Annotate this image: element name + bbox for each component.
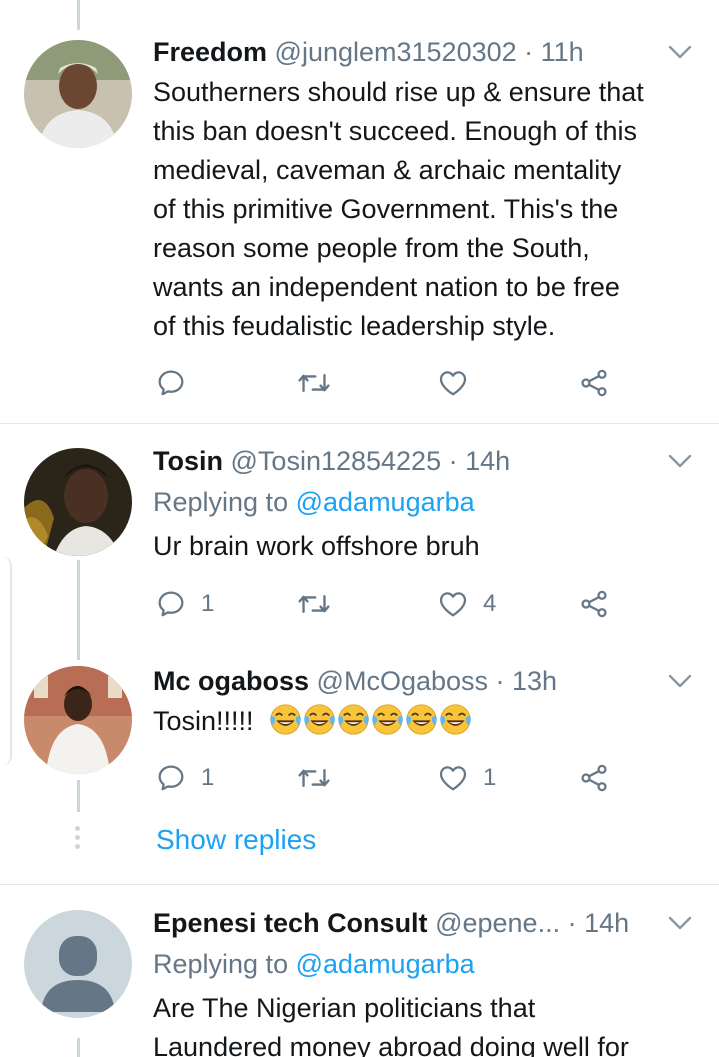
author-name[interactable]: Epenesi tech Consult [153,908,428,938]
tweet-text-line: Southerners should rise up & ensure that [153,77,644,107]
tweet-mc-ogaboss[interactable]: Mc ogaboss @McOgaboss · 13h Tosin!!!!! 1… [0,650,719,810]
like-icon [439,592,467,617]
chevron-down-icon[interactable] [667,443,693,479]
like-count: 4 [483,590,497,617]
replying-to-handle[interactable]: @adamugarba [296,487,475,517]
tweet-text: Are The Nigerian politicians that Launde… [153,989,703,1057]
author-handle[interactable]: @McOgaboss [317,666,488,696]
like-button[interactable] [437,363,469,403]
side-panel-edge[interactable] [0,556,12,766]
face-with-tears-of-joy-emoji [304,704,335,735]
tweet-text-content: Tosin!!!!! [153,706,254,736]
avatar[interactable] [24,448,132,556]
share-button[interactable] [578,758,610,798]
face-with-tears-of-joy-emoji [270,704,301,735]
chevron-down-icon[interactable] [667,905,693,941]
tweet-freedom[interactable]: Freedom @junglem31520302 · 11h Southerne… [0,0,719,423]
emoji-row [269,704,473,736]
share-icon [581,590,607,618]
tweet-text-line: this ban doesn't succeed. Enough of this [153,116,637,146]
tweet-header: Freedom @junglem31520302 · 11h [153,34,659,70]
tweet-text: Southerners should rise up & ensure that… [153,73,703,346]
like-button[interactable]: 4 [437,584,496,624]
reply-count: 1 [201,764,215,791]
tweet-text: Ur brain work offshore bruh [153,531,480,561]
tweet-header: Epenesi tech Consult @epene... · 14h [153,905,659,941]
tweet-time[interactable]: · 13h [496,666,558,696]
show-replies-link[interactable]: Show replies [156,822,316,858]
tweet-header: Mc ogaboss @McOgaboss · 13h [153,663,659,699]
retweet-button[interactable] [297,758,331,798]
tweet-text-line: wants an independent nation to be free [153,272,620,302]
share-icon [581,764,607,792]
tweet-text-line: reason some people from the South, [153,233,590,263]
tweet-text-line: Laundered money abroad doing well for [153,1032,629,1057]
retweet-button[interactable] [297,584,331,624]
avatar[interactable] [24,666,132,774]
like-count: 1 [483,764,497,791]
avatar[interactable] [24,40,132,148]
replying-to-handle[interactable]: @adamugarba [296,949,475,979]
share-button[interactable] [578,584,610,624]
retweet-icon [298,373,330,393]
retweet-button[interactable] [297,363,331,403]
author-name[interactable]: Tosin [153,446,223,476]
retweet-icon [298,768,330,788]
tweet-text-line: of this feudalistic leadership style. [153,311,556,341]
tweet-actions [153,363,623,403]
tweet-actions: 1 4 [153,584,623,624]
tweet-actions: 1 1 [153,758,623,798]
tweet-tosin[interactable]: Tosin @Tosin12854225 · 14h Replying to @… [0,424,719,650]
author-name[interactable]: Mc ogaboss [153,666,309,696]
tweet-header: Tosin @Tosin12854225 · 14h [153,443,659,479]
reply-count: 1 [201,590,215,617]
reply-button[interactable] [155,363,187,403]
reply-icon [158,370,184,396]
author-handle[interactable]: @epene... [435,908,560,938]
author-handle[interactable]: @junglem31520302 [275,37,517,67]
like-button[interactable]: 1 [437,758,496,798]
chevron-down-icon[interactable] [667,663,693,699]
share-icon [581,369,607,397]
avatar-default[interactable] [24,910,132,1018]
tweet-epenesi[interactable]: Epenesi tech Consult @epene... · 14h Rep… [0,885,719,1057]
tweet-text-line: of this primitive Government. This's the [153,194,619,224]
share-button[interactable] [578,363,610,403]
replying-to-label: Replying to [153,487,289,517]
tweet-time[interactable]: · 14h [449,446,511,476]
tweet-time[interactable]: · 11h [524,37,584,67]
face-with-tears-of-joy-emoji [406,704,437,735]
chevron-down-icon[interactable] [667,34,693,70]
tweet-text-line: medieval, caveman & archaic mentality [153,155,622,185]
reply-icon [158,765,184,791]
thread-dots [75,826,81,853]
reply-icon [158,591,184,617]
retweet-icon [298,594,330,614]
reply-button[interactable]: 1 [155,584,214,624]
like-icon [439,371,467,396]
replying-to: Replying to @adamugarba [153,484,475,520]
author-handle[interactable]: @Tosin12854225 [231,446,442,476]
like-icon [439,766,467,791]
face-with-tears-of-joy-emoji [372,704,403,735]
replying-to-label: Replying to [153,949,289,979]
tweet-time[interactable]: · 14h [568,908,630,938]
author-name[interactable]: Freedom [153,37,267,67]
face-with-tears-of-joy-emoji [338,704,369,735]
tweet-text-line: Are The Nigerian politicians that [153,993,536,1023]
replying-to: Replying to @adamugarba [153,946,475,982]
face-with-tears-of-joy-emoji [440,704,471,735]
reply-button[interactable]: 1 [155,758,214,798]
tweet-text: Tosin!!!!! [153,702,703,741]
